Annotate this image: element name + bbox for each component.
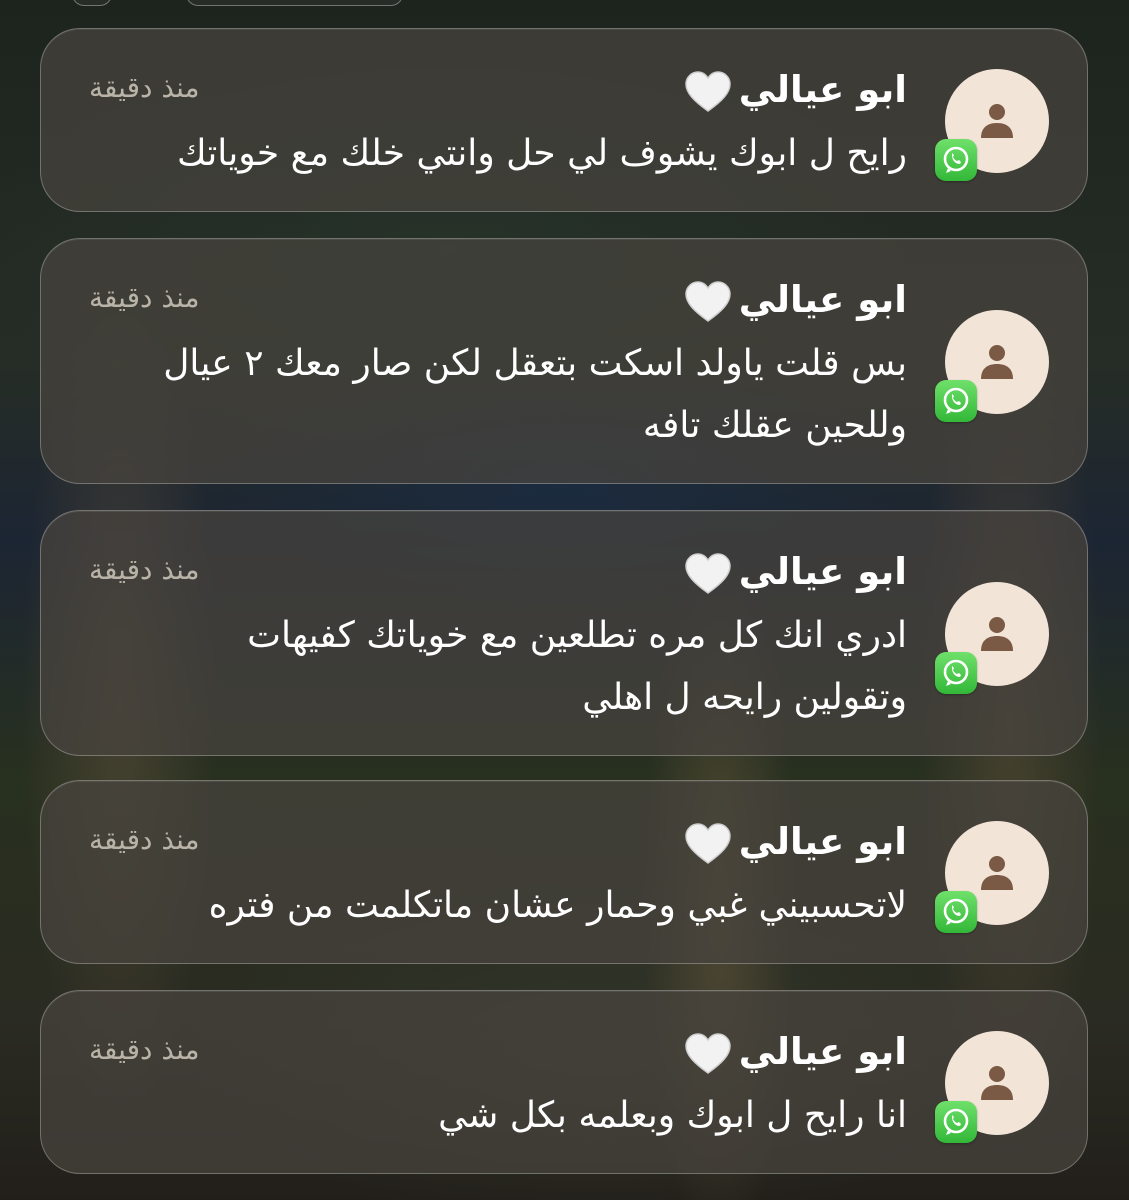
white-heart-icon — [684, 822, 731, 864]
sender-name: ابو عيالي — [684, 1029, 907, 1075]
notification-time: منذ دقيقة — [89, 823, 200, 856]
white-heart-icon — [684, 1032, 731, 1074]
person-icon — [981, 617, 1013, 651]
sender-name: ابو عيالي — [684, 67, 907, 113]
message-text: ادري انك كل مره تطلعين مع خوياتك كفيهات … — [87, 605, 907, 729]
message-text: بس قلت ياولد اسكت بتعقل لكن صار معك ٢ عي… — [87, 333, 907, 457]
notification-card[interactable]: ابو عيالي منذ دقيقة رايح ل ابوك يشوف لي … — [40, 28, 1088, 212]
person-icon — [981, 104, 1013, 138]
whatsapp-icon — [935, 1101, 977, 1143]
whatsapp-icon — [935, 652, 977, 694]
message-line: لاتحسبيني غبي وحمار عشان ماتكلمت من فتره — [208, 885, 907, 926]
notification-time: منذ دقيقة — [89, 1033, 200, 1066]
notification-time: منذ دقيقة — [89, 281, 200, 314]
sender-name: ابو عيالي — [684, 549, 907, 595]
whatsapp-icon — [935, 380, 977, 422]
message-line: ادري انك كل مره تطلعين مع خوياتك كفيهات — [247, 615, 907, 656]
sender-name: ابو عيالي — [684, 819, 907, 865]
person-icon — [981, 856, 1013, 890]
person-icon — [981, 1066, 1013, 1100]
message-line: وللحين عقلك تافه — [642, 405, 907, 446]
message-line: بس قلت ياولد اسكت بتعقل لكن صار معك ٢ عي… — [163, 343, 907, 384]
partial-control-right[interactable] — [186, 0, 403, 6]
message-line: رايح ل ابوك يشوف لي حل وانتي خلك مع خويا… — [176, 133, 907, 174]
notification-card[interactable]: ابو عيالي منذ دقيقة لاتحسبيني غبي وحمار … — [40, 780, 1088, 964]
message-text: لاتحسبيني غبي وحمار عشان ماتكلمت من فتره — [87, 875, 907, 937]
notification-card[interactable]: ابو عيالي منذ دقيقة انا رايح ل ابوك وبعل… — [40, 990, 1088, 1174]
sender-name: ابو عيالي — [684, 277, 907, 323]
whatsapp-icon — [935, 139, 977, 181]
white-heart-icon — [684, 70, 731, 112]
white-heart-icon — [684, 280, 731, 322]
whatsapp-icon — [935, 891, 977, 933]
partial-control-left[interactable] — [72, 0, 112, 6]
white-heart-icon — [684, 552, 731, 594]
message-line: وتقولين رايحه ل اهلي — [582, 677, 907, 718]
notification-card[interactable]: ابو عيالي منذ دقيقة بس قلت ياولد اسكت بت… — [40, 238, 1088, 484]
person-icon — [981, 345, 1013, 379]
message-text: رايح ل ابوك يشوف لي حل وانتي خلك مع خويا… — [87, 123, 907, 185]
message-line: انا رايح ل ابوك وبعلمه بكل شي — [438, 1095, 907, 1136]
message-text: انا رايح ل ابوك وبعلمه بكل شي — [87, 1085, 907, 1147]
notification-time: منذ دقيقة — [89, 553, 200, 586]
notification-time: منذ دقيقة — [89, 71, 200, 104]
notification-card[interactable]: ابو عيالي منذ دقيقة ادري انك كل مره تطلع… — [40, 510, 1088, 756]
